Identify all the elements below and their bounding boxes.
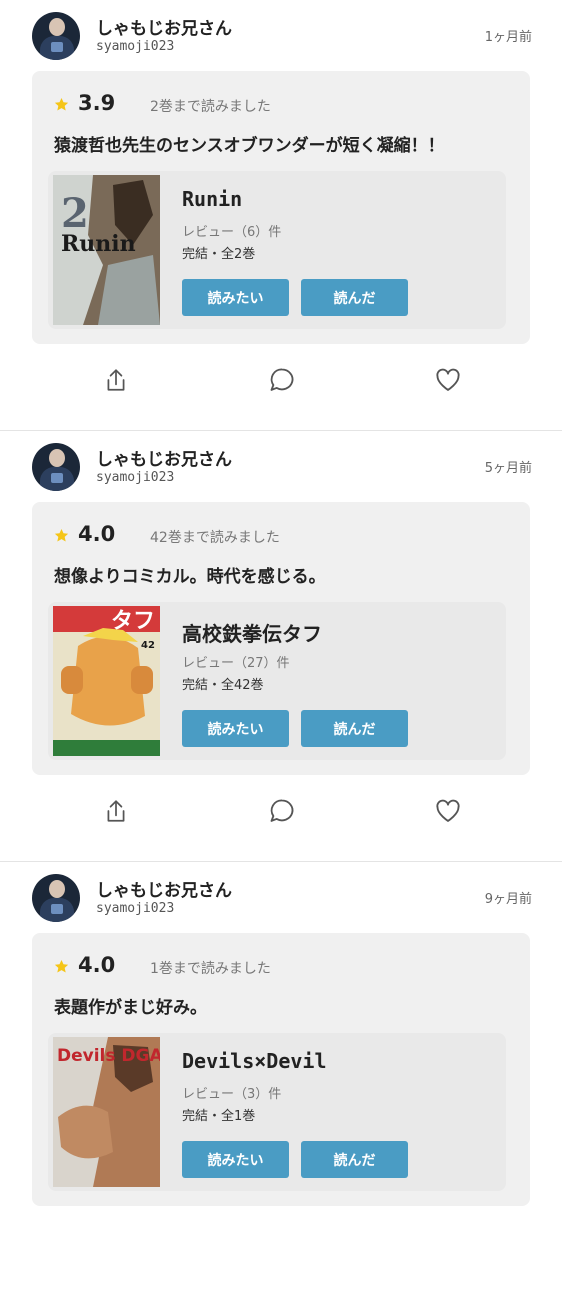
svg-text:Devils DGAJI: Devils DGAJI [57,1046,160,1066]
avatar[interactable] [32,443,80,491]
book-status: 完結・全42巻 [182,678,264,693]
review-post: しゃもじお兄さん syamoji023 5ヶ月前 4.0 42巻まで読みました … [0,430,562,861]
book-status: 完結・全2巻 [182,247,256,262]
share-button[interactable] [96,791,136,831]
svg-text:Runin: Runin [61,231,136,257]
svg-text:2: 2 [61,190,89,237]
share-icon [107,369,125,391]
book-title[interactable]: 高校鉄拳伝タフ [182,618,322,647]
book-title[interactable]: Devils×Devil [182,1049,327,1073]
book-status: 完結・全1巻 [182,1109,256,1124]
book-cover[interactable]: タフ 42 [53,606,160,756]
reading-progress: 1巻まで読みました [150,961,271,977]
svg-text:42: 42 [141,640,155,651]
have-read-button[interactable]: 読んだ [301,279,408,316]
rating-score: 4.0 [78,522,116,546]
want-to-read-button[interactable]: 読みたい [182,279,289,316]
post-actions [0,791,562,831]
like-button[interactable] [428,360,468,400]
star-icon [54,528,69,542]
post-header: しゃもじお兄さん syamoji023 9ヶ月前 [32,874,532,924]
book-card[interactable]: Devils DGAJI Devils×Devil レビュー（3）件 完結・全1… [48,1033,506,1191]
share-button[interactable] [96,360,136,400]
comment-icon [270,368,294,391]
user-id: syamoji023 [96,901,175,916]
book-cover[interactable]: Devils DGAJI [53,1037,160,1187]
user-name[interactable]: しゃもじお兄さん [96,14,232,39]
reading-progress: 2巻まで読みました [150,99,271,115]
review-text: 想像よりコミカル。時代を感じる。 [54,567,326,587]
post-header: しゃもじお兄さん syamoji023 1ヶ月前 [32,12,532,62]
user-id: syamoji023 [96,470,175,485]
review-card[interactable]: 3.9 2巻まで読みました 猿渡哲也先生のセンスオブワンダーが短く凝縮！！ 2 … [32,71,530,344]
review-text: 表題作がまじ好み。 [54,998,207,1018]
share-icon [107,800,125,822]
have-read-button[interactable]: 読んだ [301,1141,408,1178]
book-review-count: レビュー（6）件 [182,225,282,240]
post-time: 1ヶ月前 [484,30,532,45]
comment-icon [270,799,294,822]
user-name[interactable]: しゃもじお兄さん [96,445,232,470]
want-to-read-button[interactable]: 読みたい [182,1141,289,1178]
star-icon [54,959,69,973]
review-card[interactable]: 4.0 42巻まで読みました 想像よりコミカル。時代を感じる。 タフ 42 高校… [32,502,530,775]
review-post: しゃもじお兄さん syamoji023 1ヶ月前 3.9 2巻まで読みました 猿… [0,0,562,430]
post-time: 9ヶ月前 [484,892,532,907]
post-time: 5ヶ月前 [484,461,532,476]
review-post: しゃもじお兄さん syamoji023 9ヶ月前 4.0 1巻まで読みました 表… [0,861,562,1292]
star-icon [54,97,69,111]
book-review-count: レビュー（3）件 [182,1087,282,1102]
avatar[interactable] [32,874,80,922]
review-text: 猿渡哲也先生のセンスオブワンダーが短く凝縮！！ [54,136,445,156]
book-review-count: レビュー（27）件 [182,656,290,671]
reading-progress: 42巻まで読みました [150,530,280,546]
post-header: しゃもじお兄さん syamoji023 5ヶ月前 [32,443,532,493]
avatar[interactable] [32,12,80,60]
comment-button[interactable] [262,360,302,400]
rating-score: 4.0 [78,953,116,977]
user-name[interactable]: しゃもじお兄さん [96,876,232,901]
book-cover[interactable]: 2 Runin [53,175,160,325]
have-read-button[interactable]: 読んだ [301,710,408,747]
book-card[interactable]: タフ 42 高校鉄拳伝タフ レビュー（27）件 完結・全42巻 読みたい 読んだ [48,602,506,760]
heart-icon [436,368,460,391]
rating-score: 3.9 [78,91,116,115]
book-card[interactable]: 2 Runin Runin レビュー（6）件 完結・全2巻 読みたい 読んだ [48,171,506,329]
svg-text:タフ: タフ [111,609,155,634]
heart-icon [436,799,460,822]
review-card[interactable]: 4.0 1巻まで読みました 表題作がまじ好み。 Devils DGAJI Dev… [32,933,530,1206]
like-button[interactable] [428,791,468,831]
comment-button[interactable] [262,791,302,831]
post-actions [0,360,562,400]
want-to-read-button[interactable]: 読みたい [182,710,289,747]
user-id: syamoji023 [96,39,175,54]
book-title[interactable]: Runin [182,187,242,211]
